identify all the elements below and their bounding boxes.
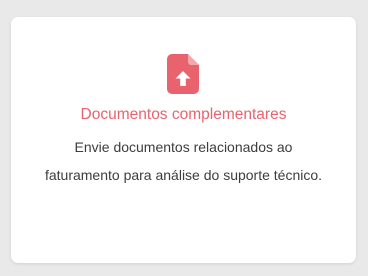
card-title: Documentos complementares	[80, 106, 287, 123]
card-description: Envie documentos relacionados ao faturam…	[44, 139, 323, 183]
file-upload-icon	[167, 54, 199, 94]
upload-documents-card[interactable]: Documentos complementares Envie document…	[11, 17, 356, 263]
